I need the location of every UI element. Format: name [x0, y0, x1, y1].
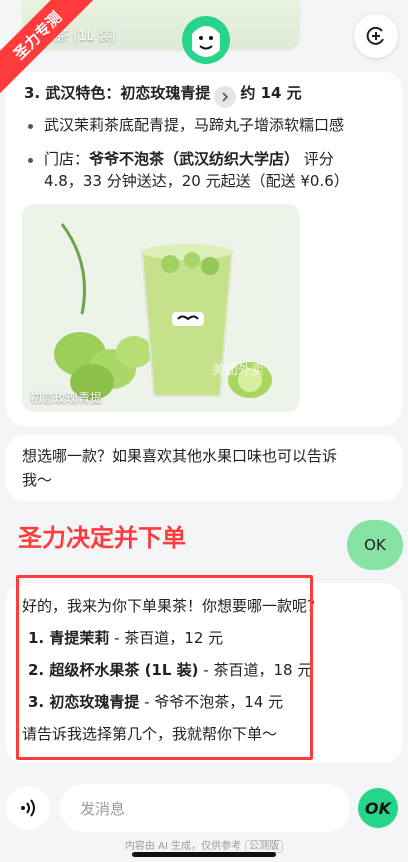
ai-disclaimer: 内容由 AI 生成，仅供参考 公测版	[0, 837, 408, 853]
annotation-label: 圣力决定并下单	[18, 524, 186, 552]
recommendation-heading: 3. 武汉特色：初恋玫瑰青提 约 14 元	[24, 82, 302, 108]
order-option-1[interactable]: 1. 青提茉莉 - 茶百道，12 元	[28, 627, 223, 649]
message-input[interactable]: 发消息	[60, 784, 350, 832]
assistant-mascot-icon[interactable]	[180, 14, 232, 66]
bullet-description: 武汉茉莉茶底配青提，马蹄丸子增添软糯口感	[44, 116, 345, 134]
image-caption: 初恋玫瑰青提	[30, 391, 103, 405]
user-message-bubble: OK	[347, 520, 403, 570]
product-image-card[interactable]: 初恋玫瑰青提 美团外卖	[22, 204, 300, 412]
chevron-right-icon[interactable]	[214, 86, 237, 108]
ribbon-label: 圣力专测	[9, 7, 65, 63]
bullet-dot	[28, 158, 33, 163]
store-rating-label: 评分	[299, 150, 334, 168]
bullet-dot	[28, 124, 33, 129]
voice-input-button[interactable]	[6, 786, 50, 830]
order-option-3[interactable]: 3. 初恋玫瑰青提 - 爷爷不泡茶，14 元	[28, 691, 283, 713]
voice-wave-icon	[21, 799, 35, 817]
recommendation-title: 3. 武汉特色：初恋玫瑰青提	[24, 84, 211, 102]
option-1-name: 1. 青提茉莉	[28, 629, 110, 647]
new-chat-icon	[366, 26, 384, 45]
option-1-detail: - 茶百道，12 元	[109, 629, 224, 647]
ok-shortcut-label: OK	[365, 798, 391, 818]
option-2-detail: - 茶百道，18 元	[198, 661, 313, 679]
disclaimer-text: 内容由 AI 生成，仅供参考	[124, 841, 242, 852]
store-delivery-info: 4.8，33 分钟送达，20 元起送（配送 ¥0.6）	[44, 172, 349, 190]
assistant-message-order-options: 好的，我来为你下单果茶！你想要哪一款呢？ 1. 青提茉莉 - 茶百道，12 元 …	[6, 583, 402, 763]
option-3-name: 3. 初恋玫瑰青提	[28, 693, 140, 711]
order-intro: 好的，我来为你下单果茶！你想要哪一款呢？	[22, 597, 323, 615]
store-prefix: 门店：	[44, 150, 90, 168]
recommendation-price: 约 14 元	[240, 84, 302, 102]
new-chat-button[interactable]	[354, 14, 398, 58]
message-input-placeholder: 发消息	[80, 799, 126, 818]
option-3-detail: - 爷爷不泡茶，14 元	[139, 693, 284, 711]
tea-drink-illustration	[22, 204, 300, 412]
home-indicator[interactable]	[132, 852, 276, 857]
assistant-message-followup: 想选哪一款？如果喜欢其他水果口味也可以告诉 我～	[6, 435, 402, 501]
followup-line2: 我～	[22, 471, 53, 489]
order-outro: 请告诉我选择第几个，我就帮你下单～	[22, 725, 278, 743]
followup-line1: 想选哪一款？如果喜欢其他水果口味也可以告诉	[22, 447, 338, 465]
image-watermark: 美团外卖	[211, 363, 264, 378]
user-message-text: OK	[364, 536, 386, 554]
bullet-store: 门店：爷爷不泡茶（武汉纺织大学店） 评分	[44, 148, 334, 170]
ok-shortcut-button[interactable]: OK	[358, 788, 398, 828]
store-name: 爷爷不泡茶（武汉纺织大学店）	[89, 150, 300, 168]
option-2-name: 2. 超级杯水果茶 (1L 装)	[28, 661, 199, 679]
order-option-2[interactable]: 2. 超级杯水果茶 (1L 装) - 茶百道，18 元	[28, 659, 312, 681]
